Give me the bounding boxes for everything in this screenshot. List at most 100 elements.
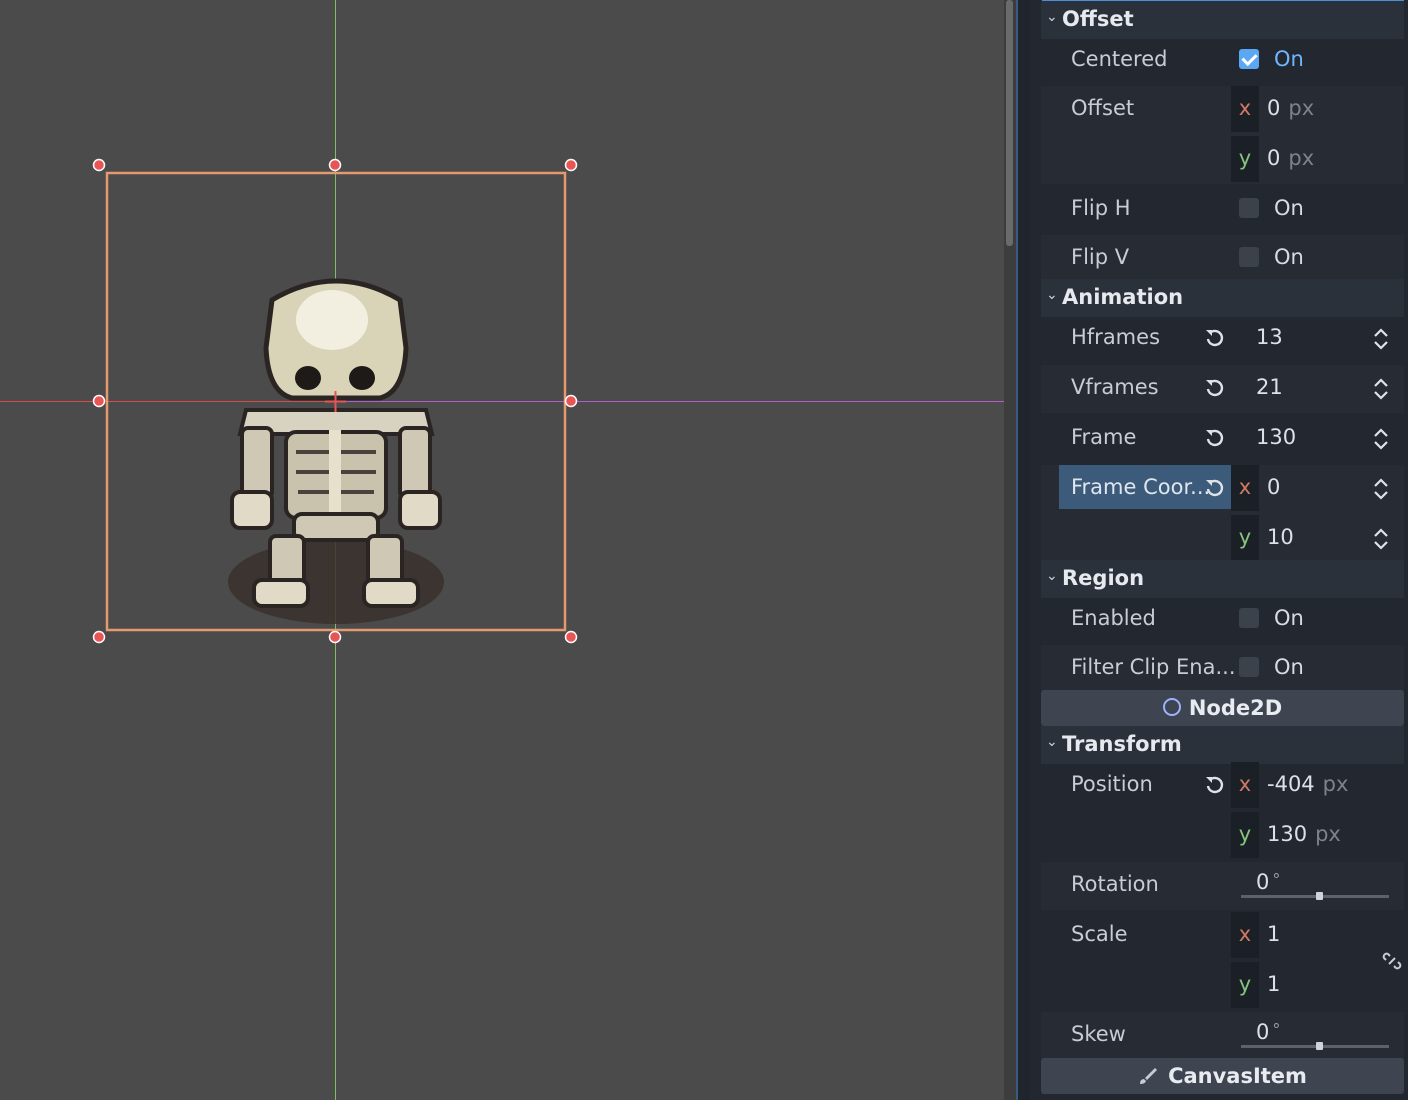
revert-icon[interactable] — [1204, 377, 1226, 399]
position-x-field[interactable]: -404 px — [1267, 772, 1348, 796]
section-region[interactable]: ⌄ Region — [1041, 560, 1404, 598]
flip-h-toggle-text[interactable]: On — [1274, 196, 1304, 220]
scale-y-field[interactable]: 1 — [1267, 972, 1280, 996]
vframes-value[interactable]: 21 — [1256, 375, 1283, 399]
property-filter-clip: Filter Clip Ena... On — [1041, 645, 1404, 693]
frame-coords-y-field[interactable]: 10 — [1267, 525, 1294, 549]
property-label: Vframes — [1071, 375, 1159, 399]
unlink-icon[interactable] — [1381, 950, 1403, 972]
spinner-icon[interactable] — [1373, 477, 1389, 501]
filter-clip-checkbox[interactable] — [1239, 657, 1259, 677]
rotation-slider-track[interactable] — [1241, 895, 1389, 898]
position-y-value: 130 — [1267, 822, 1308, 846]
unit-label: px — [1315, 822, 1341, 846]
region-enabled-checkbox[interactable] — [1239, 608, 1259, 628]
chevron-down-icon: ⌄ — [1046, 287, 1058, 303]
spinner-icon[interactable] — [1373, 327, 1389, 351]
chevron-down-icon: ⌄ — [1046, 734, 1058, 750]
property-hframes: Hframes 13 — [1041, 315, 1404, 363]
handle-bottom-right[interactable] — [564, 630, 578, 644]
circle-outline-icon — [1162, 698, 1181, 716]
spinner-icon[interactable] — [1373, 427, 1389, 451]
offset-y-field[interactable]: 0 px — [1267, 146, 1314, 170]
panel-divider[interactable] — [1016, 0, 1030, 1100]
property-rotation: Rotation 0 ° — [1041, 862, 1404, 910]
rotation-slider-handle[interactable] — [1316, 892, 1323, 900]
spinner-icon[interactable] — [1373, 527, 1389, 551]
axis-y-label: y — [1231, 136, 1259, 182]
scrollbar-thumb[interactable] — [1006, 0, 1013, 246]
brush-icon — [1140, 1068, 1158, 1084]
property-label: Hframes — [1071, 325, 1161, 349]
section-transform[interactable]: ⌄ Transform — [1041, 726, 1404, 764]
canvas-viewport[interactable] — [0, 0, 1004, 1100]
axis-y-label: y — [1231, 812, 1259, 858]
property-flip-h: Flip H On — [1041, 186, 1404, 234]
degree-unit: ° — [1272, 870, 1281, 889]
handle-bottom-left[interactable] — [92, 630, 106, 644]
axis-y-label: y — [1231, 515, 1259, 561]
rotation-value-field[interactable]: 0 ° — [1256, 870, 1280, 894]
skew-slider-track[interactable] — [1241, 1045, 1389, 1048]
inspector-panel: ⌄ Offset Centered On Offset x 0 px y 0 px … — [1030, 0, 1408, 1100]
handle-bottom[interactable] — [328, 630, 342, 644]
section-title: Transform — [1062, 732, 1182, 756]
handle-left[interactable] — [92, 394, 106, 408]
handle-top-right[interactable] — [564, 158, 578, 172]
property-frame-coords: Frame Coor... x 0 y 10 — [1041, 465, 1404, 563]
position-y-field[interactable]: 130 px — [1267, 822, 1341, 846]
centered-checkbox[interactable] — [1239, 49, 1259, 69]
frame-value[interactable]: 130 — [1256, 425, 1296, 449]
offset-y-value: 0 — [1267, 146, 1281, 170]
skeleton-sprite[interactable] — [228, 278, 444, 624]
degree-unit: ° — [1272, 1020, 1281, 1039]
scale-x-field[interactable]: 1 — [1267, 922, 1280, 946]
viewport-scrollbar[interactable] — [1004, 0, 1016, 1100]
property-label: Position — [1071, 772, 1153, 796]
class-header-content: CanvasItem — [1041, 1064, 1404, 1088]
revert-icon[interactable] — [1204, 327, 1226, 349]
property-region-enabled: Enabled On — [1041, 596, 1404, 644]
handle-top[interactable] — [328, 158, 342, 172]
skew-value-field[interactable]: 0 ° — [1256, 1020, 1280, 1044]
offset-x-value: 0 — [1267, 96, 1281, 120]
property-label: Centered — [1071, 47, 1168, 71]
revert-icon[interactable] — [1204, 427, 1226, 449]
viewport-canvas[interactable] — [0, 0, 1004, 1100]
unit-label: px — [1322, 772, 1349, 796]
property-label: Filter Clip Ena... — [1071, 655, 1236, 679]
property-label: Enabled — [1071, 606, 1156, 630]
spinner-icon[interactable] — [1373, 377, 1389, 401]
section-title: Offset — [1062, 7, 1134, 31]
offset-x-field[interactable]: 0 px — [1267, 96, 1314, 120]
flip-h-checkbox[interactable] — [1239, 198, 1259, 218]
frame-coords-x-field[interactable]: 0 — [1267, 475, 1280, 499]
skew-value: 0 — [1256, 1020, 1270, 1044]
centered-toggle-text[interactable]: On — [1274, 47, 1304, 71]
section-offset[interactable]: ⌄ Offset — [1041, 1, 1404, 39]
section-animation[interactable]: ⌄ Animation — [1041, 279, 1404, 317]
revert-icon[interactable] — [1204, 774, 1226, 796]
position-x-value: -404 — [1267, 772, 1315, 796]
class-header-content: Node2D — [1041, 696, 1404, 720]
revert-icon[interactable] — [1204, 477, 1226, 499]
section-title: Animation — [1062, 285, 1184, 309]
property-label: Flip V — [1071, 245, 1130, 269]
axis-x-label: x — [1231, 86, 1259, 132]
flip-v-toggle-text[interactable]: On — [1274, 245, 1304, 269]
filter-clip-toggle-text[interactable]: On — [1274, 655, 1304, 679]
hframes-value[interactable]: 13 — [1256, 325, 1283, 349]
skew-slider-handle[interactable] — [1316, 1042, 1323, 1050]
region-enabled-toggle-text[interactable]: On — [1274, 606, 1304, 630]
chevron-down-icon: ⌄ — [1046, 9, 1058, 25]
section-title: Region — [1062, 566, 1145, 590]
flip-v-checkbox[interactable] — [1239, 247, 1259, 267]
class-header-node2d[interactable]: Node2D — [1041, 690, 1404, 726]
class-header-canvasitem[interactable]: CanvasItem — [1041, 1058, 1404, 1094]
class-title: Node2D — [1188, 696, 1283, 720]
property-flip-v: Flip V On — [1041, 235, 1404, 283]
unit-label: px — [1288, 96, 1315, 120]
handle-top-left[interactable] — [92, 158, 106, 172]
property-label: Offset — [1071, 96, 1135, 120]
handle-right[interactable] — [564, 394, 578, 408]
